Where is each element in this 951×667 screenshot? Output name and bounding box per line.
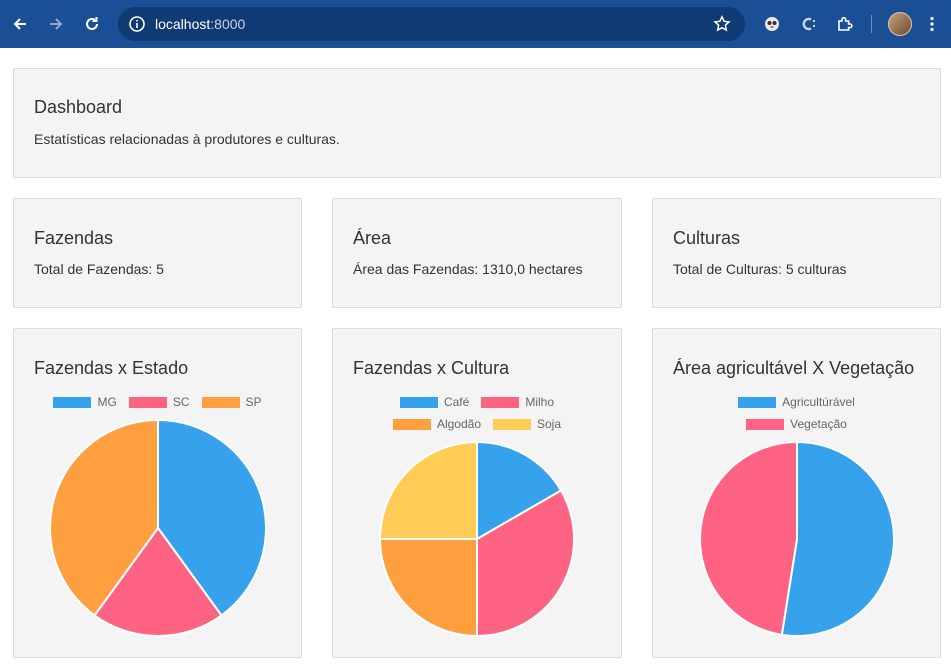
extensions-button[interactable] <box>833 12 857 36</box>
browser-toolbar: localhost:8000 <box>0 0 951 48</box>
page-subtitle: Estatísticas relacionadas à produtores e… <box>34 131 340 147</box>
pie-slice-agricultúrável[interactable] <box>780 440 895 637</box>
arrow-right-icon <box>50 18 63 30</box>
profile-avatar[interactable] <box>888 12 912 36</box>
pie-chart <box>378 440 575 638</box>
pie-chart <box>699 440 895 637</box>
stat-card-culturas: Culturas Total de Culturas: 5 culturas <box>652 198 941 308</box>
page-title: Dashboard <box>34 97 123 117</box>
reload-icon <box>86 17 98 30</box>
stat-title: Culturas <box>673 228 741 248</box>
puzzle-icon <box>838 16 853 31</box>
toolbar-divider <box>871 15 872 33</box>
extension-owl-button[interactable] <box>760 12 784 36</box>
info-icon[interactable] <box>128 15 146 33</box>
arrow-left-icon <box>13 18 26 30</box>
owl-extension-icon <box>765 17 779 31</box>
chart-card-area: Área agricultável X Vegetação Agricultúr… <box>652 328 941 658</box>
stat-text: Total de Fazendas: 5 <box>34 261 164 277</box>
stat-title: Área <box>353 228 392 248</box>
back-button[interactable] <box>8 12 32 36</box>
stat-text: Total de Culturas: 5 culturas <box>673 261 847 277</box>
menu-button[interactable] <box>920 12 944 36</box>
chart-card-estado: Fazendas x Estado MG SC SP <box>13 328 302 658</box>
reload-button[interactable] <box>80 12 104 36</box>
stat-card-area: Área Área das Fazendas: 1310,0 hectares <box>332 198 622 308</box>
stat-text: Área das Fazendas: 1310,0 hectares <box>353 261 583 277</box>
pie-chart <box>49 418 267 637</box>
stat-title: Fazendas <box>34 228 114 248</box>
url-text: localhost:8000 <box>155 16 246 32</box>
stat-card-fazendas: Fazendas Total de Fazendas: 5 <box>13 198 302 308</box>
address-bar[interactable]: localhost:8000 <box>118 7 745 41</box>
extension-c-button[interactable] <box>797 12 821 36</box>
forward-button[interactable] <box>44 12 68 36</box>
dashboard-header-card: Dashboard Estatísticas relacionadas à pr… <box>13 68 941 178</box>
c-extension-icon <box>802 17 815 31</box>
pie-slice-algodão[interactable] <box>378 538 478 638</box>
pie-slice-soja[interactable] <box>378 440 478 540</box>
pie-slice-vegetação[interactable] <box>699 440 798 636</box>
chart-card-cultura: Fazendas x Cultura Café Milho Algodão Soja <box>332 328 622 658</box>
bookmark-star-icon[interactable] <box>713 15 731 33</box>
kebab-menu-icon <box>930 16 934 32</box>
